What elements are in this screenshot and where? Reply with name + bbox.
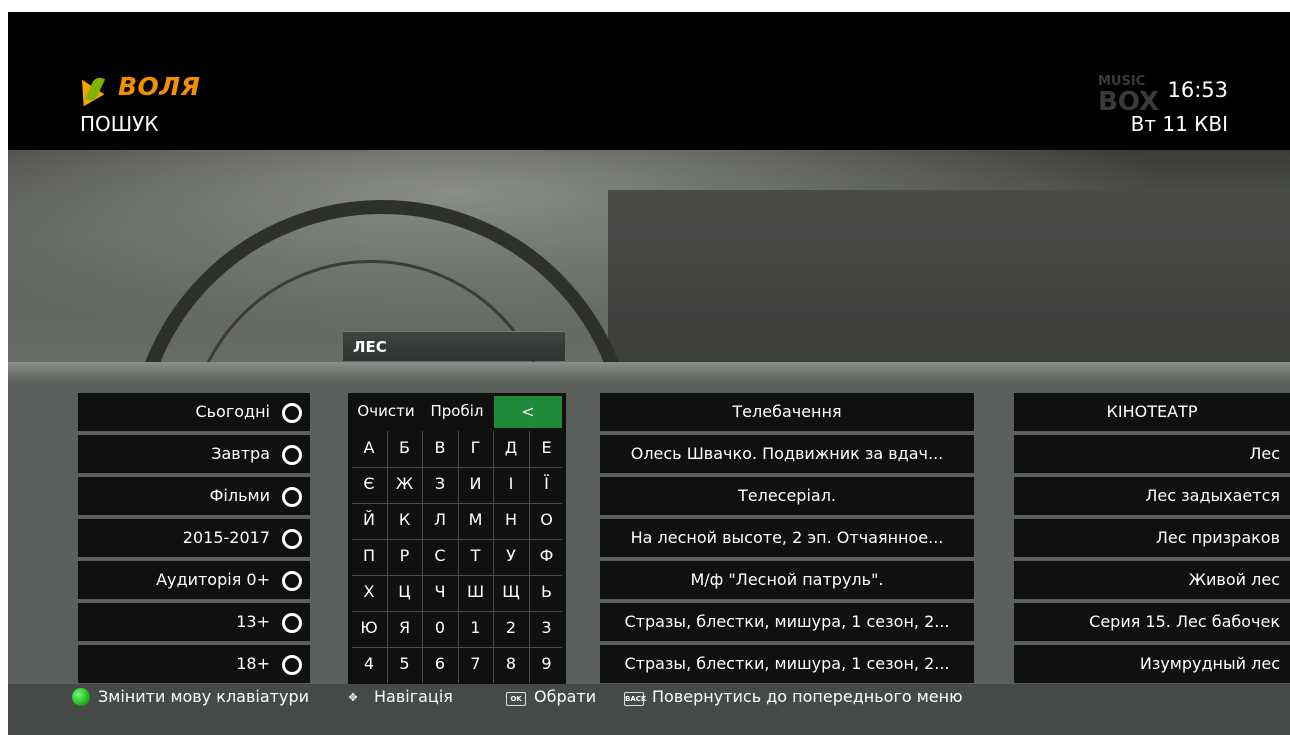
tv-result-item[interactable]: Олесь Швачко. Подвижник за вдач... [600,435,974,473]
keyboard-key[interactable]: Г [459,431,493,465]
tv-result-item[interactable]: Стразы, блестки, мишура, 1 сезон, 2... [600,645,974,683]
filter-item[interactable]: 2015-2017 [78,519,310,557]
keyboard-key[interactable]: І [494,467,528,501]
tv-result-item[interactable]: Стразы, блестки, мишура, 1 сезон, 2... [600,603,974,641]
background-photo [8,150,1290,367]
brand-name: ВОЛЯ [118,72,201,101]
keyboard-key[interactable]: Н [494,503,528,537]
keyboard-key[interactable]: 9 [530,647,564,681]
keyboard-key[interactable]: В [423,431,457,465]
tv-result-item[interactable]: М/ф "Лесной патруль". [600,561,974,599]
radio-circle-icon [282,613,302,633]
keyboard-key[interactable]: 0 [423,611,457,645]
green-button-icon [72,688,90,706]
keyboard-key[interactable]: Л [423,503,457,537]
keyboard-key[interactable]: Ь [530,575,564,609]
radio-circle-icon [282,445,302,465]
space-button[interactable]: Пробіл [422,393,492,429]
keyboard-key[interactable]: 7 [459,647,493,681]
clock: 16:53 [1167,78,1228,102]
filter-item[interactable]: Фільми [78,477,310,515]
navigation-arrows-icon: ✥ [348,691,358,704]
hint-select: Обрати [534,687,597,706]
keyboard-key[interactable]: Т [459,539,493,573]
keyboard-key[interactable]: Д [494,431,528,465]
keyboard-key[interactable]: П [352,539,386,573]
filter-label: 13+ [236,612,270,631]
keyboard-key[interactable]: 8 [494,647,528,681]
hint-change-keyboard: Змінити мову клавіатури [98,687,309,706]
filter-label: Сьогодні [195,402,270,421]
keyboard-key[interactable]: З [423,467,457,501]
filter-label: Фільми [209,486,270,505]
filter-label: 2015-2017 [182,528,270,547]
keyboard-key[interactable]: 3 [530,611,564,645]
keyboard-key[interactable]: С [423,539,457,573]
on-screen-keyboard: Очисти Пробіл < АБВГДЕ ЄЖЗИІЇ ЙКЛМНО ПРСТУФ… [348,393,566,687]
radio-circle-icon [282,655,302,675]
filter-item[interactable]: Сьогодні [78,393,310,431]
keyboard-key[interactable]: 5 [388,647,422,681]
cinema-result-item[interactable]: Живой лес [1014,561,1290,599]
tv-results-header: Телебачення [600,393,974,431]
tv-screen: ВОЛЯ ПОШУК MUSIC BOX 16:53 Вт 11 КВІ ЛЕС… [8,12,1290,735]
keyboard-key[interactable]: М [459,503,493,537]
cinema-result-item[interactable]: Серия 15. Лес бабочек [1014,603,1290,641]
keyboard-key[interactable]: Ж [388,467,422,501]
keyboard-key[interactable]: Ц [388,575,422,609]
keyboard-key[interactable]: Ф [530,539,564,573]
radio-circle-icon [282,529,302,549]
ok-button-icon: OK [506,692,526,706]
filter-label: Аудиторія 0+ [156,570,270,589]
keyboard-key[interactable]: Х [352,575,386,609]
radio-circle-icon [282,403,302,423]
date: Вт 11 КВІ [1130,112,1228,136]
keyboard-key[interactable]: Щ [494,575,528,609]
back-button-icon: BACK [624,692,646,706]
keyboard-key[interactable]: Б [388,431,422,465]
filter-item[interactable]: 18+ [78,645,310,683]
keyboard-key[interactable]: Ї [530,467,564,501]
keyboard-key[interactable]: Р [388,539,422,573]
cinema-result-item[interactable]: Изумрудный лес [1014,645,1290,683]
page-title: ПОШУК [80,112,159,136]
keyboard-key[interactable]: 6 [423,647,457,681]
keyboard-key[interactable]: Ю [352,611,386,645]
keyboard-key[interactable]: У [494,539,528,573]
filter-label: 18+ [236,654,270,673]
search-input[interactable]: ЛЕС [343,331,565,361]
keyboard-key[interactable]: 1 [459,611,493,645]
keyboard-key[interactable]: 2 [494,611,528,645]
hint-navigation: Навігація [374,687,453,706]
radio-circle-icon [282,487,302,507]
keyboard-key[interactable]: И [459,467,493,501]
hint-back: Повернутись до попереднього меню [652,687,963,706]
cinema-result-item[interactable]: Лес задыхается [1014,477,1290,515]
filter-item[interactable]: Аудиторія 0+ [78,561,310,599]
channel-logo: MUSIC BOX [1098,74,1160,117]
keyboard-key[interactable]: А [352,431,386,465]
keyboard-key[interactable]: Ч [423,575,457,609]
keyboard-key[interactable]: Ш [459,575,493,609]
keyboard-key[interactable]: Й [352,503,386,537]
tv-result-item[interactable]: На лесной высоте, 2 эп. Отчаянное... [600,519,974,557]
keyboard-key[interactable]: Є [352,467,386,501]
keyboard-key[interactable]: 4 [352,647,386,681]
backspace-button[interactable]: < [494,396,562,428]
filter-label: Завтра [211,444,270,463]
filter-item[interactable]: Завтра [78,435,310,473]
filter-item[interactable]: 13+ [78,603,310,641]
cinema-result-item[interactable]: Лес призраков [1014,519,1290,557]
keyboard-key[interactable]: О [530,503,564,537]
keyboard-key[interactable]: К [388,503,422,537]
keyboard-key[interactable]: Е [530,431,564,465]
cinema-result-item[interactable]: Лес [1014,435,1290,473]
radio-circle-icon [282,571,302,591]
clear-button[interactable]: Очисти [352,393,420,429]
cinema-results-header: КІНОТЕАТР [1014,393,1290,431]
tv-result-item[interactable]: Телесеріал. [600,477,974,515]
keyboard-key[interactable]: Я [388,611,422,645]
